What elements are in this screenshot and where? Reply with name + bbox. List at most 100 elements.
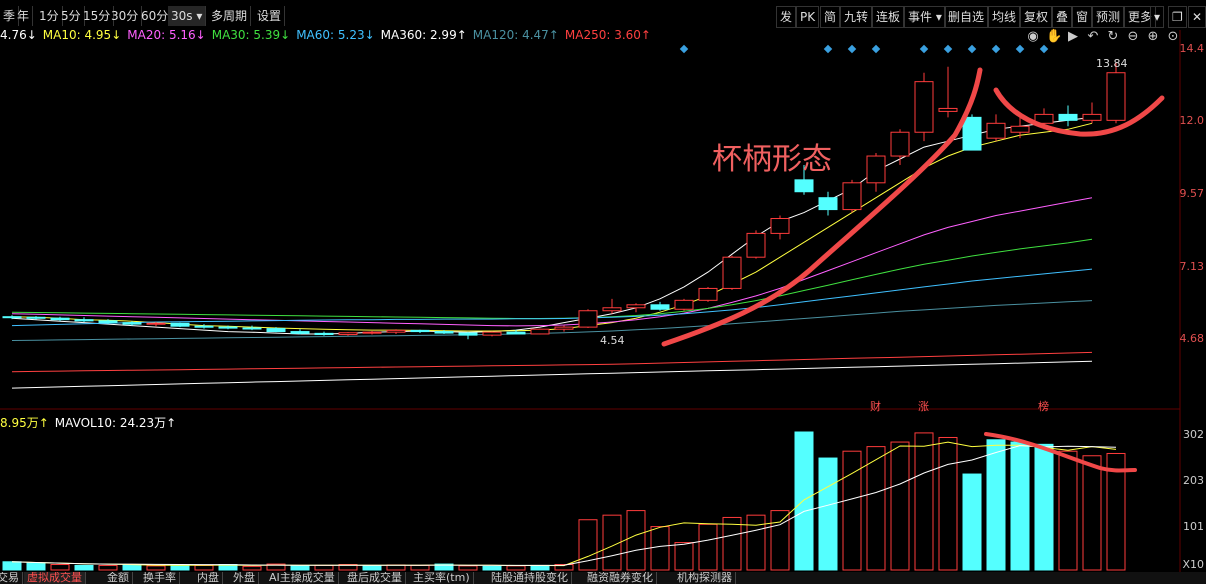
volume-bar[interactable] bbox=[986, 439, 1006, 571]
event-diamond-icon[interactable] bbox=[679, 44, 689, 54]
volume-bar[interactable] bbox=[362, 565, 382, 571]
tool-11[interactable]: 预测 bbox=[1092, 6, 1125, 28]
volume-bar[interactable] bbox=[458, 565, 478, 571]
volume-bar[interactable] bbox=[842, 450, 862, 571]
volume-bar[interactable] bbox=[602, 514, 622, 571]
candle[interactable] bbox=[530, 328, 550, 335]
volume-bar[interactable] bbox=[866, 446, 886, 571]
candle[interactable] bbox=[842, 182, 862, 211]
volume-bar[interactable] bbox=[482, 565, 502, 571]
candle[interactable] bbox=[746, 232, 766, 258]
volume-bar[interactable] bbox=[410, 564, 430, 571]
period-9[interactable]: 设置 bbox=[254, 6, 286, 26]
event-diamond-icon[interactable] bbox=[823, 44, 833, 54]
event-diamond-icon[interactable] bbox=[943, 44, 953, 54]
candle[interactable] bbox=[290, 331, 310, 334]
indicator-tab-0[interactable]: 交易 bbox=[0, 572, 23, 584]
volume-bar[interactable] bbox=[242, 565, 262, 571]
candle[interactable] bbox=[50, 317, 70, 321]
volume-bar[interactable] bbox=[530, 564, 550, 571]
tool-7[interactable]: 均线 bbox=[988, 6, 1021, 28]
volume-bar[interactable] bbox=[2, 561, 22, 571]
event-diamond-icon[interactable] bbox=[967, 44, 977, 54]
hand-icon[interactable]: ✋ bbox=[1046, 30, 1062, 44]
candle[interactable] bbox=[626, 304, 646, 309]
candle[interactable] bbox=[458, 332, 478, 336]
volume-bar[interactable] bbox=[698, 523, 718, 571]
volume-bar[interactable] bbox=[74, 564, 94, 571]
candle[interactable] bbox=[410, 329, 430, 333]
candle[interactable] bbox=[98, 320, 118, 324]
candle[interactable] bbox=[554, 326, 574, 330]
candle[interactable] bbox=[338, 332, 358, 336]
event-diamond-icon[interactable] bbox=[919, 44, 929, 54]
candle[interactable] bbox=[26, 316, 46, 319]
tool-10[interactable]: 窗 bbox=[1072, 6, 1093, 28]
tool-0[interactable]: 发 bbox=[776, 6, 797, 28]
volume-bar[interactable] bbox=[506, 565, 526, 571]
candle[interactable] bbox=[602, 307, 622, 312]
candle[interactable] bbox=[242, 327, 262, 330]
event-diamond-icon[interactable] bbox=[847, 44, 857, 54]
volume-bar[interactable] bbox=[98, 564, 118, 571]
period-7[interactable]: 30s ▾ bbox=[168, 6, 207, 26]
candle[interactable] bbox=[770, 218, 790, 234]
candle[interactable] bbox=[818, 197, 838, 211]
close-icon[interactable]: ✕ bbox=[1188, 6, 1206, 28]
event-tag-list[interactable]: 榜 bbox=[1038, 398, 1049, 414]
indicator-tab-3[interactable]: 换手率 bbox=[140, 572, 180, 584]
tool-5[interactable]: 事件 ▾ bbox=[904, 6, 946, 28]
volume-bar[interactable] bbox=[1010, 441, 1030, 571]
volume-bar[interactable] bbox=[26, 562, 46, 571]
volume-bar[interactable] bbox=[122, 564, 142, 571]
volume-bar[interactable] bbox=[626, 510, 646, 571]
candle[interactable] bbox=[650, 304, 670, 310]
volume-bar[interactable] bbox=[722, 516, 742, 571]
undo-icon[interactable]: ↶ bbox=[1086, 30, 1100, 44]
tool-4[interactable]: 连板 bbox=[872, 6, 905, 28]
candle[interactable] bbox=[578, 310, 598, 328]
candle[interactable] bbox=[170, 322, 190, 327]
volume-bar[interactable] bbox=[194, 564, 214, 571]
indicator-tab-4[interactable]: 内盘 bbox=[194, 572, 223, 584]
volume-bar[interactable] bbox=[1082, 455, 1102, 571]
refresh-icon[interactable]: ↻ bbox=[1106, 30, 1120, 44]
indicator-tab-2[interactable]: 金额 bbox=[104, 572, 133, 584]
volume-bar[interactable] bbox=[962, 473, 982, 571]
candle[interactable] bbox=[146, 322, 166, 325]
indicator-tab-10[interactable]: 融资融券变化 bbox=[584, 572, 657, 584]
candle[interactable] bbox=[986, 122, 1006, 139]
volume-bar[interactable] bbox=[290, 565, 310, 571]
volume-bar[interactable] bbox=[650, 526, 670, 571]
tool-2[interactable]: 简 bbox=[820, 6, 841, 28]
candle[interactable] bbox=[314, 332, 334, 336]
volume-bar[interactable] bbox=[770, 510, 790, 571]
candle[interactable] bbox=[938, 107, 958, 112]
indicator-tab-11[interactable]: 机构探测器 bbox=[674, 572, 736, 584]
candle[interactable] bbox=[794, 179, 814, 193]
tool-6[interactable]: 删自选 bbox=[944, 6, 989, 28]
volume-bar[interactable] bbox=[746, 514, 766, 571]
candle[interactable] bbox=[962, 116, 982, 151]
candle[interactable] bbox=[482, 331, 502, 336]
event-diamond-icon[interactable] bbox=[1015, 44, 1025, 54]
candle[interactable] bbox=[1058, 113, 1078, 121]
tool-9[interactable]: 叠 bbox=[1052, 6, 1073, 28]
candle[interactable] bbox=[386, 329, 406, 333]
zoom-out-icon[interactable]: ⊖ bbox=[1126, 30, 1140, 44]
zoom-in-icon[interactable]: ⊕ bbox=[1146, 30, 1160, 44]
candle[interactable] bbox=[914, 81, 934, 133]
event-tag-rise[interactable]: 涨 bbox=[918, 398, 929, 414]
candle[interactable] bbox=[890, 131, 910, 157]
candle[interactable] bbox=[434, 331, 454, 334]
volume-bar[interactable] bbox=[314, 564, 334, 571]
candle[interactable] bbox=[122, 322, 142, 325]
volume-bar[interactable] bbox=[914, 432, 934, 571]
volume-bar[interactable] bbox=[890, 441, 910, 571]
event-diamond-icon[interactable] bbox=[991, 44, 1001, 54]
candle[interactable] bbox=[218, 326, 238, 329]
indicator-tab-1[interactable]: 虚拟成交量 bbox=[24, 572, 86, 584]
event-diamond-icon[interactable] bbox=[1039, 44, 1049, 54]
indicator-tab-5[interactable]: 外盘 bbox=[230, 572, 259, 584]
tool-3[interactable]: 九转 bbox=[840, 6, 873, 28]
